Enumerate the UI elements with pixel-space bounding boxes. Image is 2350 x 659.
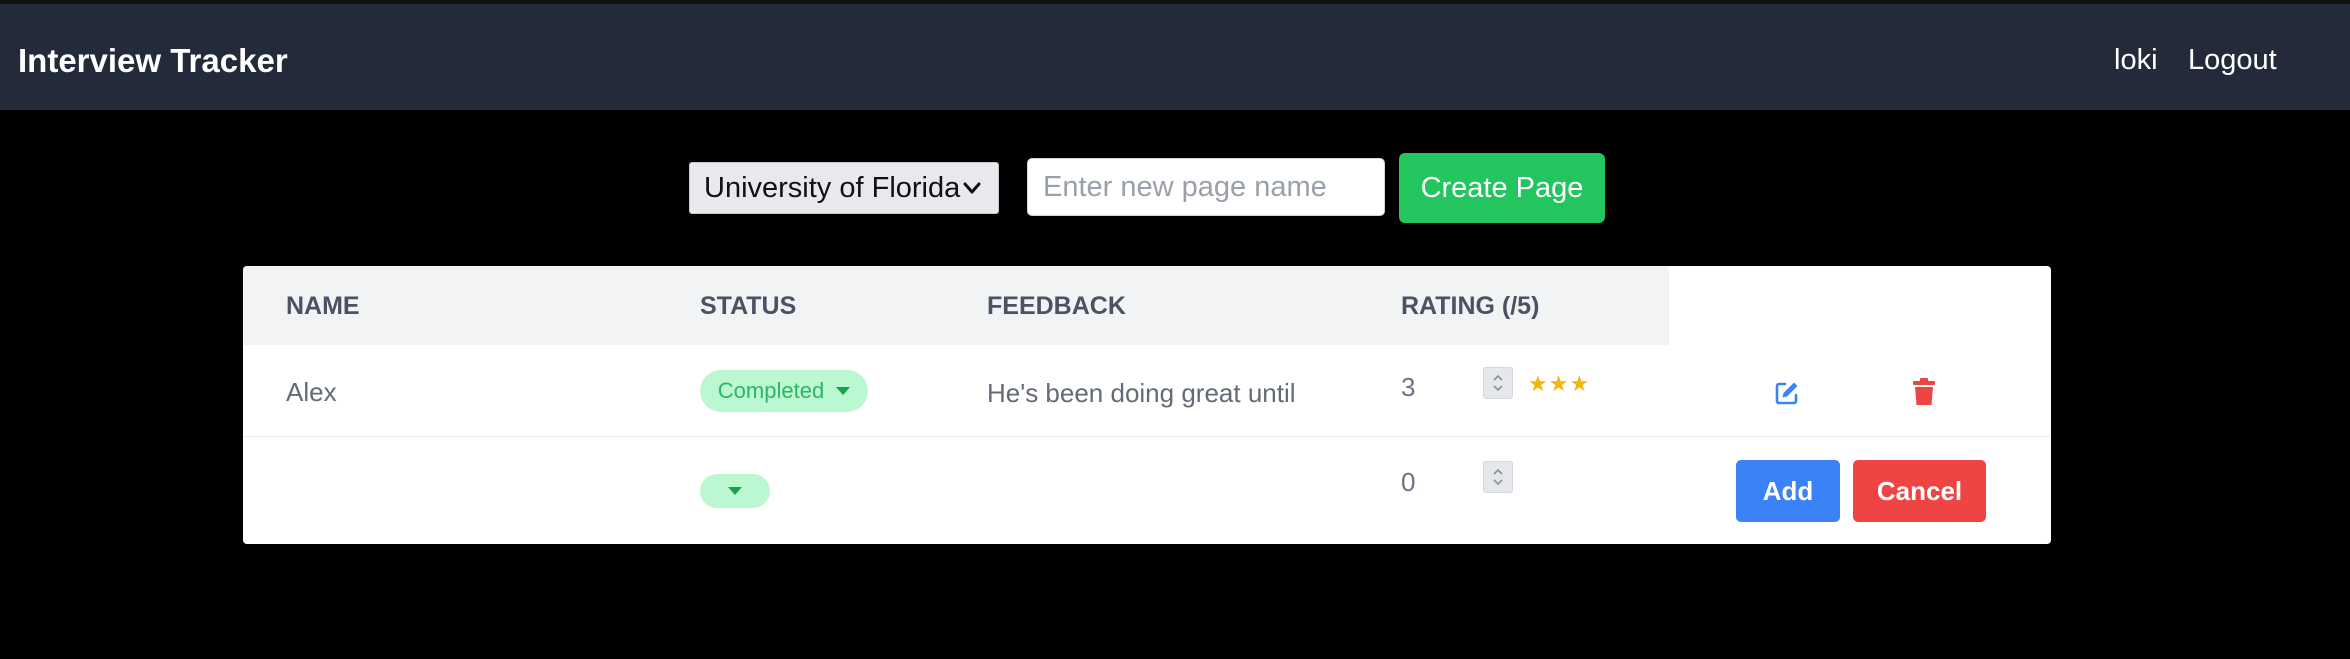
edit-icon[interactable] xyxy=(1774,380,1800,406)
new-status-dropdown[interactable] xyxy=(700,474,770,508)
star-rating-icon: ★★★ xyxy=(1528,371,1591,396)
chevron-down-icon xyxy=(963,182,981,194)
add-button[interactable]: Add xyxy=(1736,460,1840,522)
column-header-status: STATUS xyxy=(700,292,797,320)
new-rating-spinner-icon[interactable] xyxy=(1483,461,1513,493)
rating-spinner-icon[interactable] xyxy=(1483,367,1513,399)
column-header-feedback: FEEDBACK xyxy=(987,292,1126,320)
top-navbar: Interview Tracker loki Logout xyxy=(0,0,2350,110)
caret-down-icon xyxy=(728,487,742,495)
rating-value[interactable]: 3 xyxy=(1401,372,1415,403)
logout-link[interactable]: Logout xyxy=(2188,44,2277,77)
column-header-rating: RATING (/5) xyxy=(1401,292,1540,320)
new-page-name-input[interactable] xyxy=(1027,158,1385,216)
cancel-button[interactable]: Cancel xyxy=(1853,460,1986,522)
row-divider xyxy=(243,436,2051,437)
organization-select-value: University of Florida xyxy=(704,171,961,204)
new-rating-value[interactable]: 0 xyxy=(1401,467,1415,498)
interview-table: NAME STATUS FEEDBACK RATING (/5) Alex Co… xyxy=(243,266,2051,544)
candidate-name: Alex xyxy=(286,377,337,407)
column-header-name: NAME xyxy=(286,292,360,320)
organization-select[interactable]: University of Florida xyxy=(689,162,999,214)
status-dropdown[interactable]: Completed xyxy=(700,370,868,412)
caret-down-icon xyxy=(836,387,851,395)
app-title: Interview Tracker xyxy=(18,42,288,79)
trash-icon[interactable] xyxy=(1913,378,1935,406)
username-label: loki xyxy=(2114,44,2158,76)
status-label: Completed xyxy=(717,378,825,403)
create-page-button[interactable]: Create Page xyxy=(1399,153,1605,223)
feedback-text: He's been doing great until xyxy=(987,378,1296,408)
